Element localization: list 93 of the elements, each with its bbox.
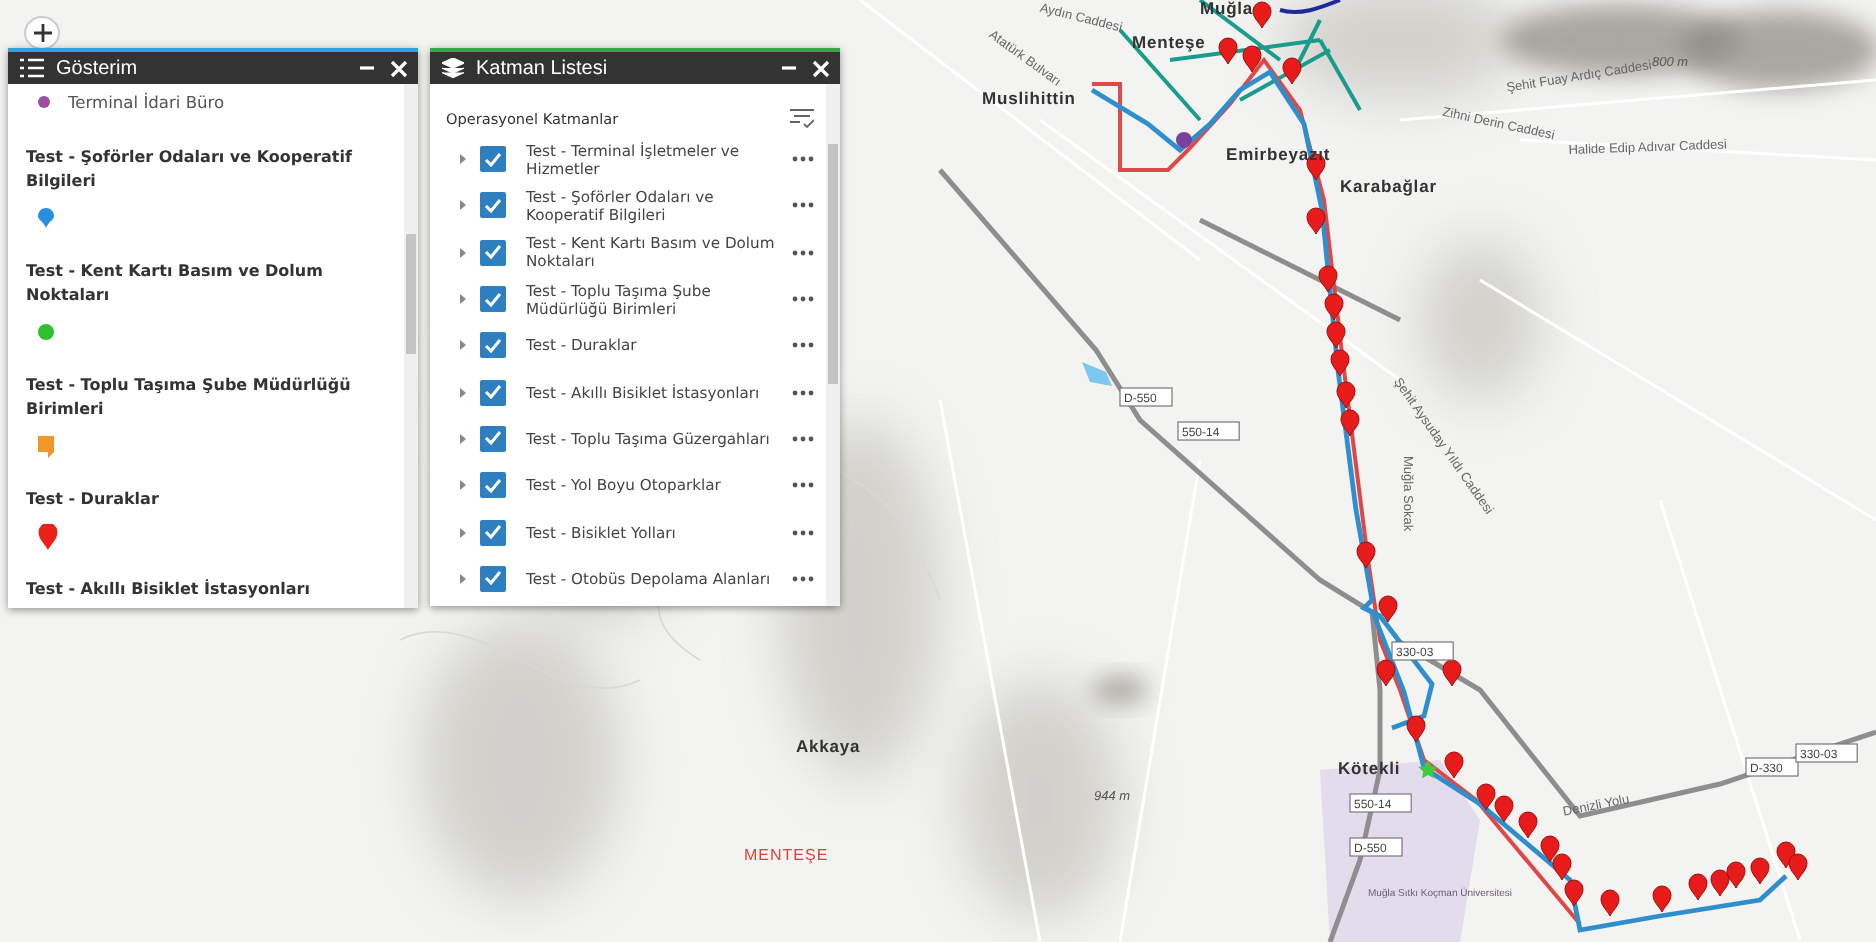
map-pin-icon[interactable] bbox=[1552, 853, 1572, 881]
plus-icon bbox=[33, 24, 51, 42]
map-pin-icon[interactable] bbox=[1776, 841, 1796, 869]
map-pin-icon[interactable] bbox=[1242, 45, 1262, 73]
map-pin-icon[interactable] bbox=[1306, 207, 1326, 235]
close-button[interactable] bbox=[810, 59, 832, 77]
expand-caret-icon[interactable] bbox=[458, 200, 468, 211]
more-options-icon[interactable] bbox=[792, 296, 814, 303]
layer-checkbox[interactable] bbox=[480, 332, 506, 359]
map-pin-icon[interactable] bbox=[1218, 37, 1238, 65]
layer-checkbox[interactable] bbox=[480, 472, 506, 499]
list-icon bbox=[20, 58, 44, 78]
map-pin-icon[interactable] bbox=[1318, 265, 1338, 293]
expand-caret-icon[interactable] bbox=[458, 480, 468, 491]
expand-caret-icon[interactable] bbox=[458, 154, 468, 165]
more-options-icon[interactable] bbox=[792, 156, 814, 163]
place-label: Kötekli bbox=[1338, 758, 1401, 778]
map-pin-icon[interactable] bbox=[1688, 873, 1708, 901]
more-options-icon[interactable] bbox=[792, 342, 814, 349]
legend-layer-title: Test - Şoförler Odaları ve Kooperatif Bilgileri bbox=[26, 146, 354, 194]
place-label: Akkaya bbox=[796, 736, 861, 756]
map-pin-icon[interactable] bbox=[1710, 869, 1730, 897]
more-options-icon[interactable] bbox=[792, 482, 814, 489]
scrollbar[interactable] bbox=[404, 84, 418, 608]
layer-checkbox[interactable] bbox=[480, 519, 506, 546]
place-label: Karabağlar bbox=[1340, 176, 1437, 196]
expand-caret-icon[interactable] bbox=[458, 247, 468, 258]
map-pin-icon[interactable] bbox=[1330, 349, 1350, 377]
close-icon bbox=[812, 59, 830, 77]
map-pin-icon[interactable] bbox=[1476, 783, 1496, 811]
layer-checkbox[interactable] bbox=[480, 425, 506, 452]
map-pin-icon[interactable] bbox=[1324, 293, 1344, 321]
minimize-button[interactable] bbox=[780, 60, 798, 76]
expand-caret-icon[interactable] bbox=[458, 433, 468, 444]
legend-layer-title: Test - Akıllı Bisiklet İstasyonları bbox=[26, 578, 312, 602]
legend-layer-title: Test - Kent Kartı Basım ve Dolum Noktaları bbox=[26, 260, 325, 308]
map-pin-icon[interactable] bbox=[1564, 879, 1584, 907]
place-label: Muslihittin bbox=[982, 88, 1076, 108]
map-pin-icon[interactable] bbox=[1540, 835, 1560, 863]
filter-list-icon[interactable] bbox=[790, 108, 814, 128]
map-pin-icon[interactable] bbox=[1726, 861, 1746, 889]
expand-caret-icon[interactable] bbox=[458, 527, 468, 538]
minimize-icon bbox=[782, 60, 796, 76]
minimize-icon bbox=[360, 60, 374, 76]
lake-shape bbox=[1082, 362, 1112, 386]
map-pin-icon[interactable] bbox=[1600, 889, 1620, 917]
map-pin-icon[interactable] bbox=[1376, 659, 1396, 687]
layer-checkbox[interactable] bbox=[480, 146, 506, 173]
minimize-button[interactable] bbox=[358, 60, 376, 76]
more-options-icon[interactable] bbox=[792, 389, 814, 396]
legend-entry-label: Terminal İdari Büro bbox=[68, 92, 225, 112]
map-pin-icon[interactable] bbox=[1406, 715, 1426, 743]
close-button[interactable] bbox=[388, 59, 410, 77]
map-pin-icon[interactable] bbox=[1336, 381, 1356, 409]
place-label: Menteşe bbox=[1132, 32, 1206, 52]
legend-layer-title: Test - Duraklar bbox=[26, 488, 161, 512]
more-options-icon[interactable] bbox=[792, 529, 814, 536]
star-marker-icon[interactable] bbox=[1418, 760, 1438, 779]
map-pin-icon[interactable] bbox=[1326, 321, 1346, 349]
poi-marker-icon[interactable] bbox=[1176, 132, 1192, 148]
expand-caret-icon[interactable] bbox=[458, 387, 468, 398]
map-pin-icon[interactable] bbox=[1652, 885, 1672, 913]
more-options-icon[interactable] bbox=[792, 202, 814, 209]
map-pin-icon[interactable] bbox=[1788, 853, 1808, 881]
layer-checkbox[interactable] bbox=[480, 565, 506, 592]
panel-title: Katman Listesi bbox=[476, 57, 608, 79]
more-options-icon[interactable] bbox=[792, 435, 814, 442]
layer-checkbox[interactable] bbox=[480, 192, 506, 219]
map-pin-icon[interactable] bbox=[1494, 795, 1514, 823]
map-pin-icon[interactable] bbox=[1442, 659, 1462, 687]
expand-caret-icon[interactable] bbox=[458, 573, 468, 584]
map-pin-icon[interactable] bbox=[1378, 595, 1398, 623]
expand-caret-icon[interactable] bbox=[458, 340, 468, 351]
map-pin-icon[interactable] bbox=[1444, 751, 1464, 779]
map-pin-icon[interactable] bbox=[1518, 811, 1538, 839]
panel-title: Gösterim bbox=[56, 57, 138, 79]
district-label: MENTEŞE bbox=[744, 846, 829, 864]
route-line bbox=[1279, 0, 1341, 15]
layer-checkbox[interactable] bbox=[480, 239, 506, 266]
scrollbar[interactable] bbox=[826, 84, 840, 606]
layers-icon bbox=[442, 58, 464, 78]
map-pin-icon[interactable] bbox=[1282, 57, 1302, 85]
layer-checkbox[interactable] bbox=[480, 379, 506, 406]
close-icon bbox=[390, 59, 408, 77]
more-options-icon[interactable] bbox=[792, 249, 814, 256]
legend-layer-title: Test - Toplu Taşıma Şube Müdürlüğü Birimleri bbox=[26, 374, 353, 422]
map-pin-icon[interactable] bbox=[1252, 1, 1272, 29]
layer-checkbox[interactable] bbox=[480, 286, 506, 313]
map-pin-icon[interactable] bbox=[1356, 541, 1376, 569]
map-pin-icon[interactable] bbox=[1750, 857, 1770, 885]
map-pin-icon[interactable] bbox=[1340, 409, 1360, 437]
expand-caret-icon[interactable] bbox=[458, 294, 468, 305]
more-options-icon[interactable] bbox=[792, 575, 814, 582]
